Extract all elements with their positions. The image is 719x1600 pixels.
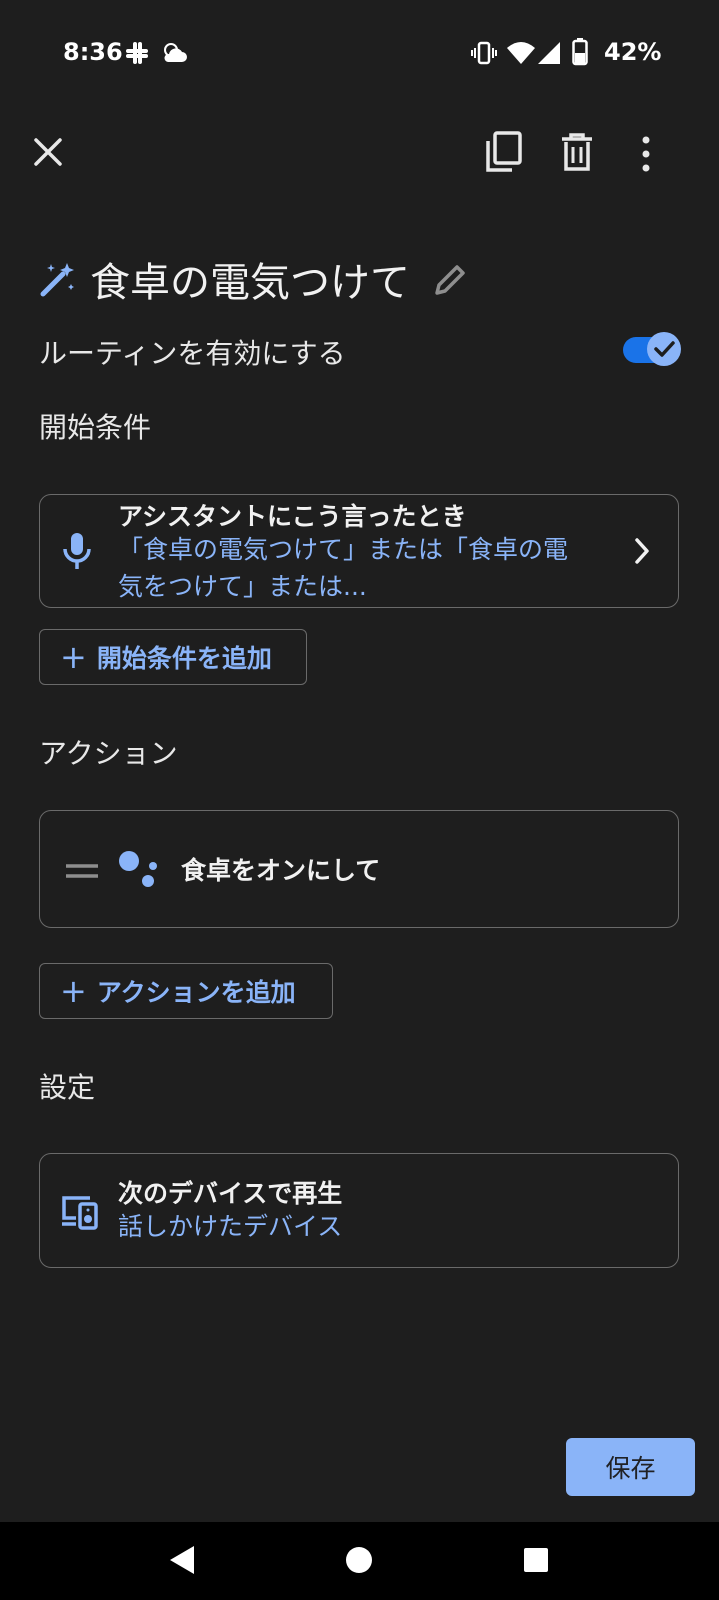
actions-heading: アクション — [39, 737, 178, 770]
add-icon: + — [60, 638, 87, 676]
speaker-device-icon — [62, 1196, 98, 1230]
status-time: 8:36 — [63, 38, 123, 66]
check-icon — [654, 341, 675, 357]
wifi-icon — [507, 42, 535, 64]
add-starter-label: 開始条件を追加 — [96, 644, 272, 673]
mic-icon — [63, 533, 91, 569]
chevron-right-icon — [635, 538, 649, 564]
routine-title: 食卓の電気つけて — [90, 260, 410, 306]
edit-icon[interactable] — [432, 262, 468, 298]
home-icon[interactable] — [345, 1546, 373, 1574]
save-button[interactable]: 保存 — [566, 1438, 695, 1496]
assistant-icon — [119, 851, 157, 887]
add-icon: + — [60, 972, 87, 1010]
starters-heading: 開始条件 — [39, 411, 152, 444]
close-icon[interactable] — [30, 134, 66, 170]
starter-card-phrases-2: 気をつけて」または... — [118, 572, 367, 601]
toggle-thumb — [647, 332, 681, 366]
delete-icon[interactable] — [560, 132, 594, 172]
drag-handle-icon[interactable] — [66, 863, 98, 879]
signal-icon — [538, 42, 560, 64]
settings-heading: 設定 — [39, 1071, 96, 1104]
starter-card-phrases-1: 「食卓の電気つけて」または「食卓の電 — [118, 535, 569, 564]
playback-device-card[interactable]: 次のデバイスで再生 話しかけたデバイス — [39, 1153, 679, 1268]
system-nav-bar — [0, 1522, 719, 1600]
playback-device-value: 話しかけたデバイス — [118, 1212, 343, 1241]
add-action-button[interactable]: + アクションを追加 — [39, 963, 333, 1019]
add-action-label: アクションを追加 — [96, 978, 296, 1007]
vibrate-icon — [471, 41, 497, 65]
weather-icon — [164, 43, 187, 62]
copy-icon[interactable] — [484, 130, 524, 174]
starter-card-title: アシスタントにこう言ったとき — [118, 502, 467, 531]
slack-icon — [126, 42, 148, 64]
action-item-card[interactable]: 食卓をオンにして — [39, 810, 679, 928]
enable-routine-toggle[interactable] — [623, 332, 681, 366]
recents-icon[interactable] — [524, 1548, 548, 1572]
battery-percent: 42% — [604, 38, 662, 66]
starter-card[interactable]: アシスタントにこう言ったとき 「食卓の電気つけて」または「食卓の電 気をつけて」… — [39, 494, 679, 608]
action-item-label: 食卓をオンにして — [181, 856, 381, 885]
magic-wand-icon — [40, 263, 74, 297]
more-vert-icon[interactable] — [640, 134, 652, 174]
battery-icon — [572, 38, 588, 66]
playback-device-title: 次のデバイスで再生 — [118, 1179, 343, 1208]
enable-routine-label: ルーティンを有効にする — [39, 337, 346, 370]
back-icon[interactable] — [168, 1544, 196, 1576]
add-starter-button[interactable]: + 開始条件を追加 — [39, 629, 307, 685]
